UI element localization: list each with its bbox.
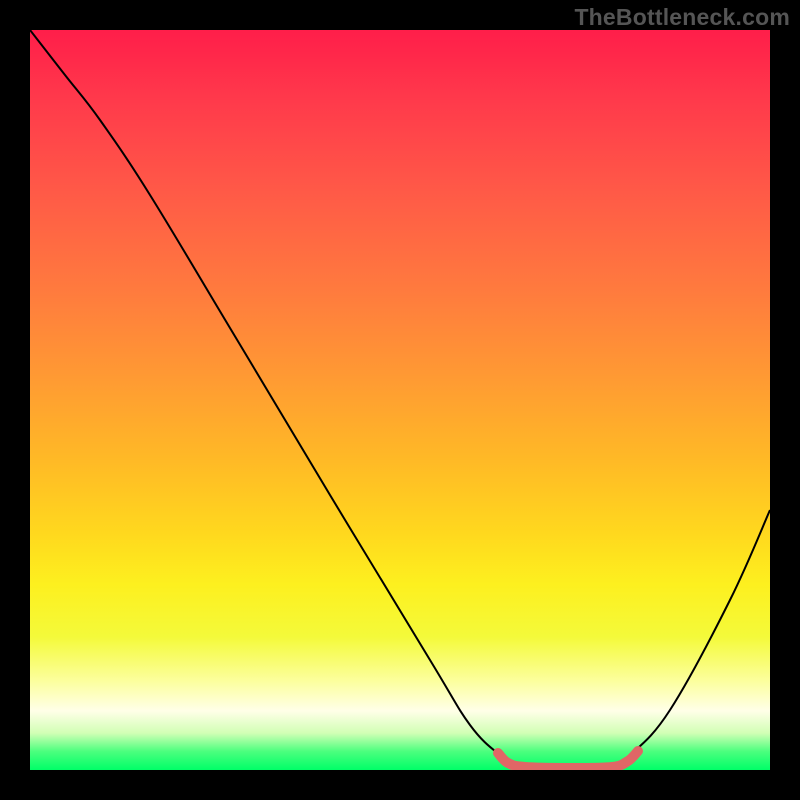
bottleneck-curve	[30, 30, 770, 768]
chart-container: TheBottleneck.com	[0, 0, 800, 800]
plot-area	[30, 30, 770, 770]
valley-marker	[498, 751, 638, 768]
watermark-label: TheBottleneck.com	[574, 4, 790, 31]
curve-layer	[30, 30, 770, 770]
